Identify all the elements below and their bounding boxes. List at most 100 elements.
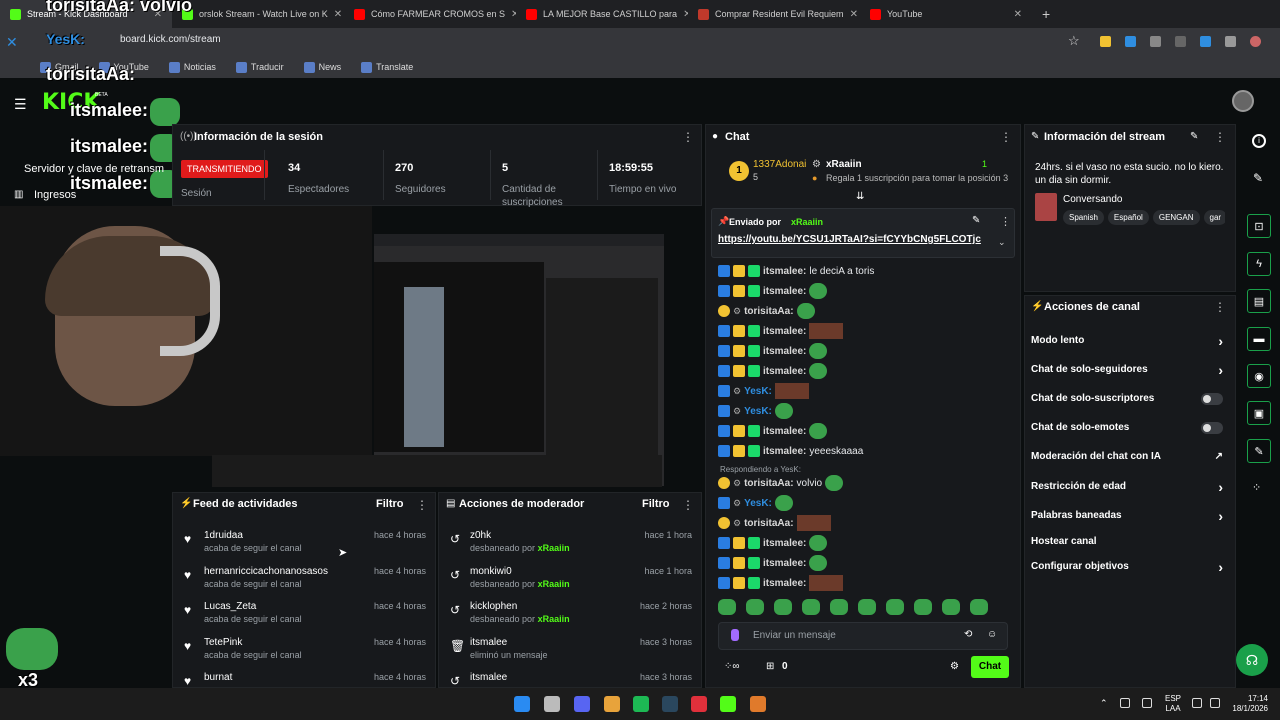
browser-tab[interactable]: Comprar Resident Evil Requiem ✕ (688, 0, 860, 28)
bookmark-item[interactable]: Noticias (168, 61, 216, 73)
moderator-row[interactable]: ↺ z0hk desbaneado por xRaaiin hace 1 hora (438, 530, 698, 566)
edit-icon[interactable]: ✎ (1190, 131, 1198, 142)
mic-icon[interactable] (1142, 698, 1152, 708)
leaderboard-user[interactable]: xRaaiin (826, 159, 862, 170)
chat-username[interactable]: itsmalee: (763, 366, 806, 377)
shield-app-icon[interactable] (750, 696, 766, 712)
moderator-target[interactable]: itsmalee (470, 672, 507, 683)
lightning-icon[interactable]: ϟ (1247, 252, 1271, 276)
channel-action-item[interactable]: Moderación del chat con IA ↗ (1031, 451, 1227, 471)
chat-message[interactable]: ⚙ YesK: (718, 382, 809, 400)
chat-message[interactable]: ⚙ YesK: (718, 402, 793, 420)
channel-action-item[interactable]: Chat de solo-suscriptores (1031, 393, 1227, 413)
channel-points-icon[interactable]: ⁘∞ (724, 661, 740, 672)
activity-user[interactable]: TetePink (204, 637, 242, 648)
display-icon[interactable] (1192, 698, 1202, 708)
chat-message[interactable]: itsmalee: (718, 574, 844, 592)
activity-user[interactable]: Lucas_Zeta (204, 601, 256, 612)
moderator-row[interactable]: ↺ monkiwi0 desbaneado por xRaaiin hace 1 ho… (438, 566, 698, 602)
moderator-row[interactable]: ↺ kicklophen desbaneado por xRaaiin hace 2 … (438, 601, 698, 637)
moderator-target[interactable]: monkiwi0 (470, 566, 512, 577)
bookmark-item[interactable]: Translate (361, 61, 413, 73)
puzzle-icon[interactable] (1150, 36, 1161, 47)
language-indicator[interactable]: ESP LAA (1165, 694, 1181, 714)
chat-username[interactable]: itsmalee: (763, 446, 806, 457)
chatgpt-icon[interactable] (544, 696, 560, 712)
kick-app-icon[interactable] (720, 696, 736, 712)
close-tab-icon[interactable]: ✕ (334, 9, 342, 20)
star-icon[interactable]: ☆ (1068, 33, 1080, 49)
activity-filter-button[interactable]: Filtro (376, 498, 404, 510)
pinned-link[interactable]: https://youtu.be/YCSU1JRTaAI?si=fCYYbCNg… (718, 234, 981, 245)
opera-icon[interactable] (691, 696, 707, 712)
chat-message[interactable]: ⚙ torisitaAa: (718, 302, 815, 320)
more-options-icon[interactable]: ⋮ (1214, 300, 1226, 314)
close-tab-icon[interactable]: ✕ (1014, 9, 1022, 20)
microphone-icon[interactable] (731, 629, 739, 641)
chat-username[interactable]: YesK: (744, 498, 772, 509)
chat-username[interactable]: YesK: (744, 386, 772, 397)
pinned-user[interactable]: xRaaiin (791, 217, 823, 227)
bookmark-item[interactable]: Traducir (235, 61, 284, 73)
activity-row[interactable]: ♥ burnat hace 4 horas (172, 672, 432, 688)
moderator-name[interactable]: xRaaiin (538, 614, 570, 624)
more-options-icon[interactable]: ⋮ (1214, 130, 1226, 144)
target-icon[interactable]: ⊡ (1247, 214, 1271, 238)
channel-action-item[interactable]: Chat de solo-emotes (1031, 422, 1227, 442)
clock[interactable]: 17:14 18/1/2026 (1228, 694, 1268, 714)
stream-tag[interactable]: Spanish (1063, 210, 1104, 225)
emote-shortcut[interactable] (970, 599, 988, 615)
spotify-icon[interactable] (633, 696, 649, 712)
moderator-target[interactable]: itsmalee (470, 637, 507, 648)
emote-shortcut[interactable] (830, 599, 848, 615)
layout-icon[interactable]: ▣ (1247, 401, 1271, 425)
more-options-icon[interactable]: ⋮ (682, 498, 694, 512)
moderator-target[interactable]: kicklophen (470, 601, 517, 612)
channel-action-item[interactable]: Configurar objetivos › (1031, 559, 1227, 581)
chat-message[interactable]: itsmalee: (718, 362, 828, 380)
channel-action-item[interactable]: Palabras baneadas › (1031, 508, 1227, 530)
stream-tag[interactable]: Español (1107, 210, 1149, 225)
activity-row[interactable]: ♥ hernanriccicachonanosasos acaba de segui… (172, 566, 432, 602)
tray-chevron-icon[interactable]: ⌃ (1100, 698, 1108, 709)
settings-icon[interactable]: ⚙ (950, 661, 959, 672)
emote-shortcut[interactable] (802, 599, 820, 615)
moderator-row[interactable]: ↺ itsmalee hace 3 horas (438, 672, 698, 688)
emote-shortcut[interactable] (746, 599, 764, 615)
windows-start-icon[interactable] (514, 696, 530, 712)
pencil-icon[interactable]: ✎ (1253, 171, 1263, 185)
unpin-icon[interactable]: ✎ (972, 215, 980, 226)
stream-category[interactable]: Conversando (1063, 194, 1122, 205)
emote-shortcut[interactable] (942, 599, 960, 615)
chat-message[interactable]: ⚙ torisitaAa: volvio (718, 474, 844, 492)
chat-username[interactable]: itsmalee: (763, 558, 806, 569)
chat-username[interactable]: itsmalee: (763, 346, 806, 357)
stream-tag[interactable]: GENGAN (1152, 210, 1200, 225)
category-thumbnail[interactable] (1035, 193, 1057, 221)
chat-message[interactable]: itsmalee: yeeeskaaaa (718, 442, 863, 460)
network-icon[interactable] (1120, 698, 1130, 708)
chat-message[interactable]: itsmalee: (718, 282, 828, 300)
toggle-switch[interactable] (1201, 393, 1223, 405)
activity-row[interactable]: ♥ Lucas_Zeta acaba de seguir el canal hace … (172, 601, 432, 637)
community-icon[interactable]: ⁘ (1252, 481, 1261, 494)
more-options-icon[interactable]: ⋮ (1000, 130, 1012, 144)
moderator-filter-button[interactable]: Filtro (642, 498, 670, 510)
steam-icon[interactable] (662, 696, 678, 712)
expand-leaderboard-icon[interactable]: ⇊ (856, 191, 864, 202)
chrome-icon[interactable] (604, 696, 620, 712)
browser-tab[interactable]: YouTube ✕ (860, 0, 1032, 28)
browser-tab[interactable]: Cómo FARMEAR CROMOS en S ✕ (344, 0, 516, 28)
moderator-name[interactable]: xRaaiin (538, 579, 570, 589)
chat-username[interactable]: itsmalee: (763, 326, 806, 337)
channel-action-item[interactable]: Restricción de edad › (1031, 479, 1227, 501)
discord-icon[interactable] (574, 696, 590, 712)
moderator-row[interactable]: 🗑 itsmalee eliminó un mensaje hace 3 horas (438, 637, 698, 673)
user-avatar[interactable] (1232, 90, 1254, 112)
activity-user[interactable]: 1druidaa (204, 530, 243, 541)
emote-shortcut[interactable] (718, 599, 736, 615)
more-options-icon[interactable]: ⋮ (416, 498, 428, 512)
moderator-name[interactable]: xRaaiin (538, 543, 570, 553)
bookmark-item[interactable]: News (303, 61, 341, 73)
chat-username[interactable]: torisitaAa: (744, 478, 793, 489)
